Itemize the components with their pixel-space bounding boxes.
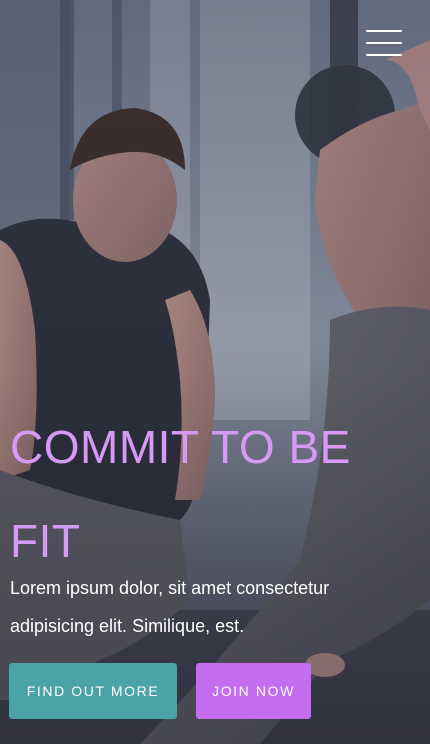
menu-bar-bottom — [366, 54, 402, 56]
hero-headline: COMMIT TO BE FIT — [10, 421, 351, 567]
join-now-button[interactable]: JOIN NOW — [196, 663, 311, 719]
menu-bar-top — [366, 30, 402, 32]
menu-bar-middle — [366, 42, 402, 44]
hamburger-menu-icon[interactable] — [366, 30, 402, 56]
find-out-more-button[interactable]: FIND OUT MORE — [9, 663, 177, 719]
hero-subtext: Lorem ipsum dolor, sit amet consectetur … — [10, 578, 330, 636]
hero-section: COMMIT TO BE FIT Lorem ipsum dolor, sit … — [0, 0, 430, 744]
